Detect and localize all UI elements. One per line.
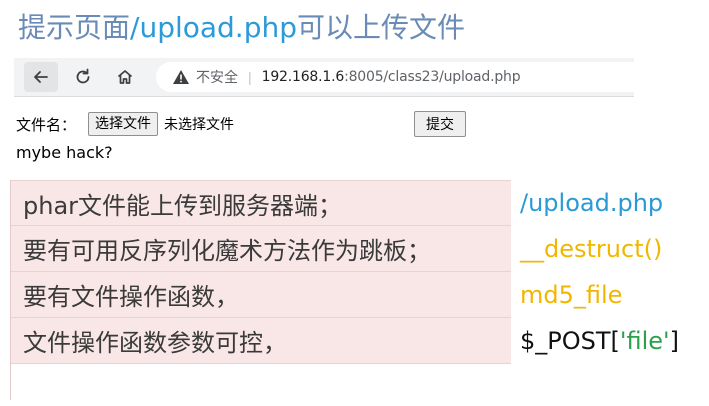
address-separator: | [248, 69, 252, 85]
browser-toolbar: 不安全 | 192.168.1.6:8005/class23/upload.ph… [14, 58, 634, 97]
slide-title: 提示页面/upload.php可以上传文件 [18, 10, 465, 46]
condition-row: phar文件能上传到服务器端； [11, 180, 511, 226]
no-file-text: 未选择文件 [164, 117, 235, 133]
slide-title-prefix: 提示页面 [18, 11, 131, 44]
file-label: 文件名： [16, 115, 77, 134]
slide-title-suffix: 可以上传文件 [297, 11, 466, 44]
table-blank-row [11, 364, 511, 400]
condition-row: 文件操作函数参数可控， [11, 318, 511, 364]
url-path: :8005/class23/upload.php [344, 69, 521, 85]
page: 提示页面/upload.php可以上传文件 不安全 | 192.168.1.6:… [0, 0, 709, 406]
submit-button[interactable]: 提交 [414, 111, 466, 137]
back-button[interactable] [24, 62, 58, 92]
note-upload-php: /upload.php [520, 189, 664, 217]
note-post-file: $_POST['file'] [520, 318, 705, 364]
home-icon [117, 70, 133, 84]
note-post-prefix: $_POST[ [520, 327, 620, 355]
reload-icon [76, 68, 90, 84]
note-destruct: __destruct() [520, 235, 663, 263]
conditions-table: phar文件能上传到服务器端； 要有可用反序列化魔术方法作为跳板； 要有文件操作… [10, 180, 511, 400]
reload-button[interactable] [66, 62, 100, 92]
home-button[interactable] [108, 62, 142, 92]
url-text[interactable]: 192.168.1.6:8005/class23/upload.php [262, 69, 521, 85]
arrow-left-icon [34, 71, 48, 83]
note-post-suffix: ] [669, 327, 680, 355]
conditions-notes: /upload.php __destruct() md5_file $_POST… [520, 180, 705, 364]
insecure-label[interactable]: 不安全 [196, 67, 238, 87]
choose-file-button[interactable]: 选择文件 [88, 112, 159, 136]
note-post-key: 'file' [619, 327, 670, 355]
note-md5-file: md5_file [520, 281, 623, 309]
condition-row: 要有可用反序列化魔术方法作为跳板； [11, 226, 511, 272]
upload-form: 文件名： 选择文件 未选择文件 [16, 112, 234, 136]
url-host: 192.168.1.6 [261, 69, 345, 85]
address-bar[interactable]: 不安全 | 192.168.1.6:8005/class23/upload.ph… [156, 62, 634, 92]
warning-triangle-icon[interactable] [172, 69, 190, 85]
slide-title-highlight: /upload.php [130, 11, 298, 44]
condition-row: 要有文件操作函数， [11, 272, 511, 318]
hack-text: mybe hack? [16, 143, 113, 162]
